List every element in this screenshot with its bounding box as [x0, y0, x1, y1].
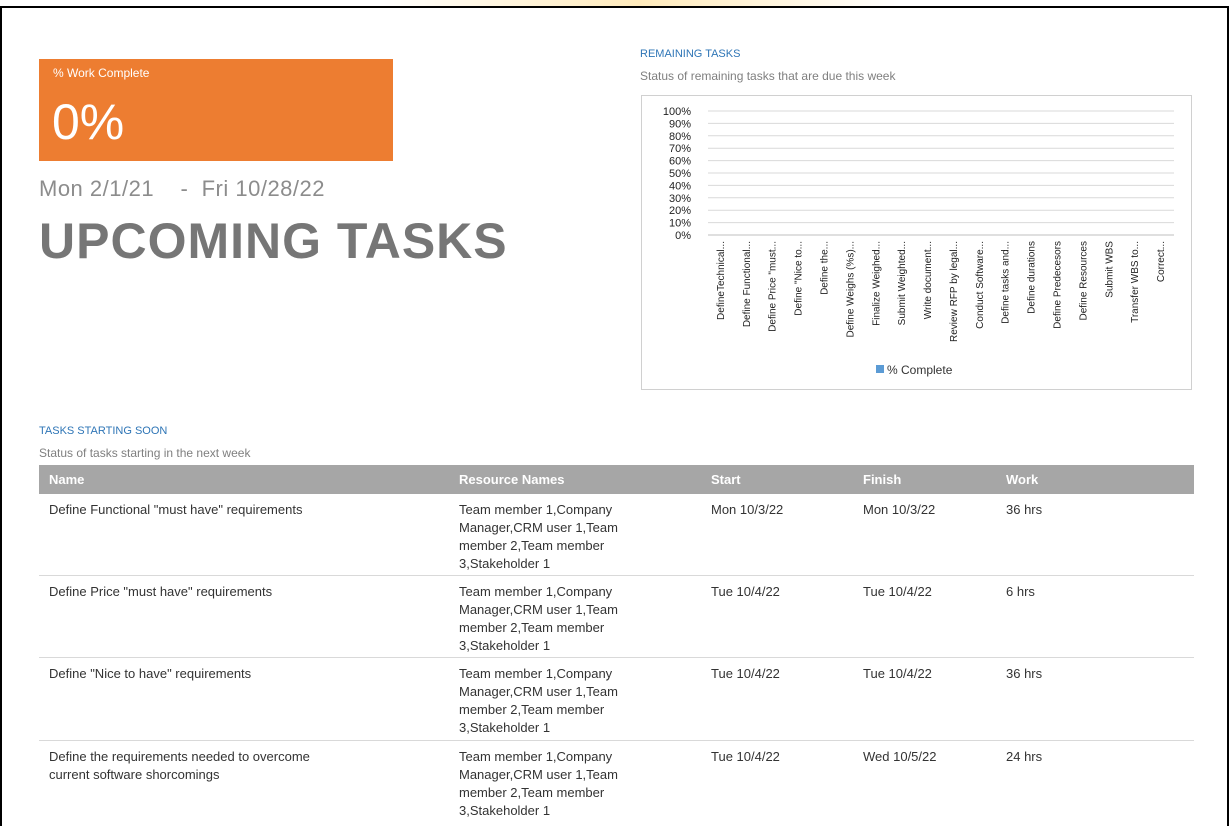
resource-line: Manager,CRM user 1,Team — [459, 602, 618, 617]
task-name: Define Functional "must have" requiremen… — [49, 502, 303, 517]
task-finish: Wed 10/5/22 — [863, 749, 937, 764]
resource-line: Manager,CRM user 1,Team — [459, 684, 618, 699]
x-tick-label: DefineTechnical... — [716, 241, 727, 320]
task-name-line: Define the requirements needed to overco… — [49, 749, 310, 764]
page-title: UPCOMING TASKS — [39, 213, 508, 269]
x-tick-label: Define Functional... — [742, 241, 753, 327]
column-header-finish: Finish — [863, 472, 902, 487]
resource-line: member 2,Team member — [459, 702, 605, 717]
column-header-work: Work — [1006, 472, 1039, 487]
resource-line: Manager,CRM user 1,Team — [459, 520, 618, 535]
x-tick-label: Define tasks and... — [1001, 241, 1012, 324]
x-tick-label: Correct... — [1156, 241, 1167, 282]
x-tick-label: Submit Weighted... — [897, 241, 908, 325]
resource-line: Team member 1,Company — [459, 666, 613, 681]
remaining-tasks-subtitle: Status of remaining tasks that are due t… — [640, 69, 896, 83]
y-tick-label: 80% — [669, 131, 691, 143]
y-tick-label: 90% — [669, 118, 691, 130]
resource-line: 3,Stakeholder 1 — [459, 720, 551, 735]
task-resources: Team member 1,Company Manager,CRM user 1… — [459, 665, 674, 737]
task-resources: Team member 1,Company Manager,CRM user 1… — [459, 748, 674, 820]
resource-line: Team member 1,Company — [459, 584, 613, 599]
column-header-resources: Resource Names — [459, 472, 565, 487]
resource-line: Team member 1,Company — [459, 502, 613, 517]
y-tick-label: 50% — [669, 168, 691, 180]
task-work: 36 hrs — [1006, 666, 1043, 681]
x-tick-label: Define Resources — [1078, 241, 1089, 320]
task-work: 36 hrs — [1006, 502, 1043, 517]
x-tick-label: Finalize Weighed... — [871, 241, 882, 326]
x-tick-label: Define Weighs (%s)... — [845, 241, 856, 338]
resource-line: member 2,Team member — [459, 538, 605, 553]
task-name: Define "Nice to have" requirements — [49, 666, 252, 681]
work-complete-label: % Work Complete — [53, 66, 150, 80]
x-tick-label: Define "Nice to... — [794, 241, 805, 316]
remaining-tasks-chart: 100% 90% 80% 70% 60% 50% 40% 30% 20% 10% 0% DefineT… — [641, 95, 1192, 390]
work-complete-value: 0% — [52, 94, 125, 150]
table-row[interactable]: Define Price "must have" requirements Te… — [39, 576, 1194, 658]
task-resources: Team member 1,Company Manager,CRM user 1… — [459, 583, 674, 655]
tasks-starting-subtitle: Status of tasks starting in the next wee… — [39, 446, 251, 460]
task-start: Mon 10/3/22 — [711, 502, 784, 517]
resource-line: member 2,Team member — [459, 620, 605, 635]
y-tick-label: 30% — [669, 193, 691, 205]
date-start: Mon 2/1/21 — [39, 176, 155, 201]
date-separator: - — [180, 176, 189, 201]
y-tick-label: 70% — [669, 143, 691, 155]
task-start: Tue 10/4/22 — [711, 666, 780, 681]
chart-svg: 100%90%80%70%60%50%40%30%20%10%0% DefineT… — [663, 106, 1174, 377]
x-tick-label: Conduct Software... — [975, 241, 986, 329]
legend-swatch — [876, 365, 884, 373]
x-tick-label: Define the... — [820, 241, 831, 295]
resource-line: Team member 1,Company — [459, 749, 613, 764]
task-resources: Team member 1,Company Manager,CRM user 1… — [459, 501, 674, 573]
column-header-start: Start — [711, 472, 741, 487]
x-tick-label: Submit WBS — [1104, 241, 1115, 298]
y-tick-label: 0% — [675, 230, 691, 242]
work-complete-tile: % Work Complete 0% — [39, 59, 393, 161]
table-row[interactable]: Define Functional "must have" requiremen… — [39, 494, 1194, 576]
y-tick-label: 100% — [663, 106, 691, 118]
resource-line: 3,Stakeholder 1 — [459, 556, 551, 571]
task-name-line: current software shorcomings — [49, 767, 220, 782]
date-range: Mon 2/1/21 - Fri 10/28/22 — [39, 176, 325, 202]
task-start: Tue 10/4/22 — [711, 584, 780, 599]
task-work: 24 hrs — [1006, 749, 1043, 764]
task-work: 6 hrs — [1006, 584, 1035, 599]
x-tick-label: Write document... — [923, 241, 934, 319]
resource-line: Manager,CRM user 1,Team — [459, 767, 618, 782]
task-name: Define Price "must have" requirements — [49, 584, 273, 599]
x-tick-label: Define Predecesors — [1053, 241, 1064, 329]
x-tick-label: Review RFP by legal... — [949, 241, 960, 342]
resource-line: 3,Stakeholder 1 — [459, 803, 551, 818]
column-header-name: Name — [49, 472, 85, 487]
table-header: Name Resource Names Start Finish Work — [39, 465, 1194, 494]
y-tick-label: 20% — [669, 205, 691, 217]
resource-line: member 2,Team member — [459, 785, 605, 800]
legend-label: % Complete — [887, 363, 953, 377]
task-finish: Mon 10/3/22 — [863, 502, 936, 517]
remaining-tasks-heading: REMAINING TASKS — [640, 48, 741, 60]
y-tick-label: 10% — [669, 218, 691, 230]
y-tick-label: 40% — [669, 180, 691, 192]
task-finish: Tue 10/4/22 — [863, 666, 932, 681]
x-tick-label: Define durations — [1027, 241, 1038, 314]
table-row[interactable]: Define "Nice to have" requirements Team … — [39, 658, 1194, 741]
x-tick-label: Transfer WBS to... — [1130, 241, 1141, 323]
x-tick-label: Define Price "must... — [768, 241, 779, 332]
y-tick-label: 60% — [669, 156, 691, 168]
table-row[interactable]: Define the requirements needed to overco… — [39, 741, 1194, 823]
task-finish: Tue 10/4/22 — [863, 584, 932, 599]
tasks-starting-heading: TASKS STARTING SOON — [39, 425, 168, 437]
task-start: Tue 10/4/22 — [711, 749, 780, 764]
date-end: Fri 10/28/22 — [201, 176, 325, 201]
task-name: Define the requirements needed to overco… — [49, 748, 429, 784]
resource-line: 3,Stakeholder 1 — [459, 638, 551, 653]
